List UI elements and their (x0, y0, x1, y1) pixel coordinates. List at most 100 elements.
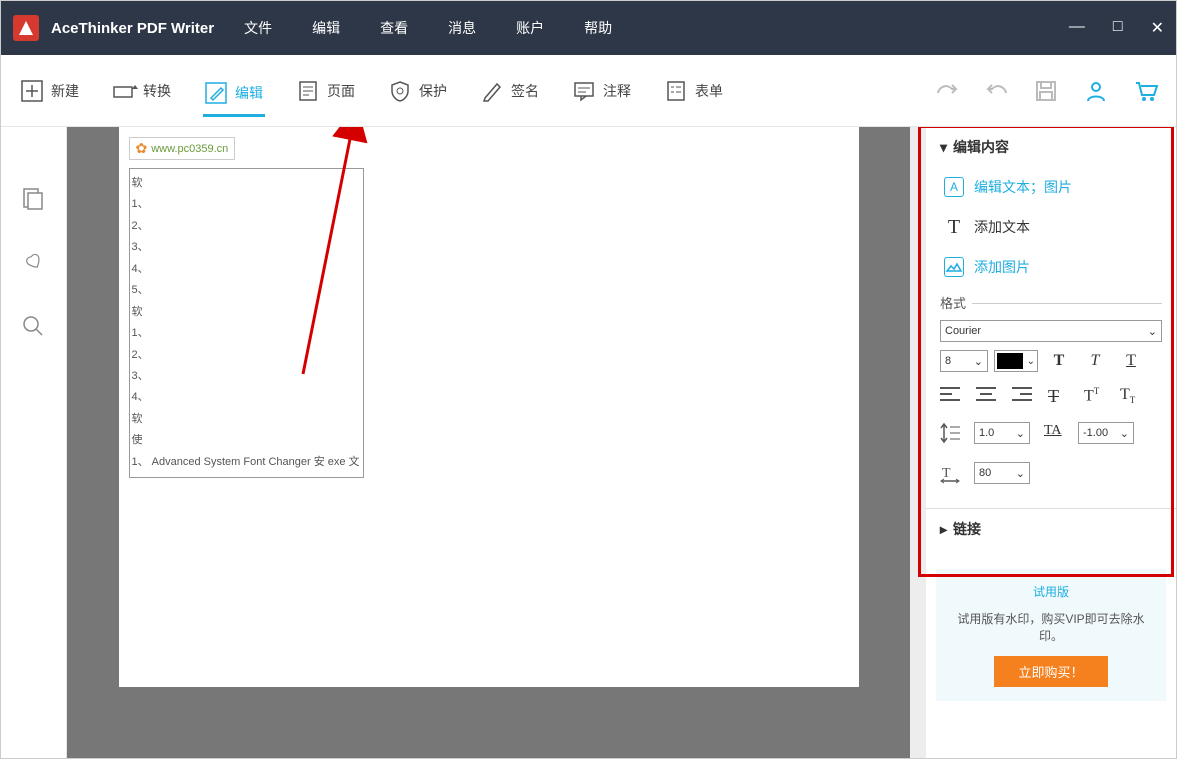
text-a-icon: A (944, 177, 964, 197)
close-icon[interactable]: ✕ (1151, 18, 1164, 38)
add-text-item[interactable]: T 添加文本 (940, 207, 1162, 247)
plus-icon (21, 80, 43, 102)
buy-button[interactable]: 立即购买！ (994, 656, 1107, 687)
tool-form-label: 表单 (695, 81, 723, 101)
form-icon (665, 80, 687, 102)
tool-sign[interactable]: 签名 (479, 76, 541, 106)
italic-button[interactable]: T (1084, 351, 1106, 371)
search-icon[interactable] (22, 315, 46, 339)
edit-text-image-item[interactable]: A 编辑文本；图片 (940, 167, 1162, 207)
cart-icon[interactable] (1134, 79, 1158, 103)
tool-convert[interactable]: 转换 (111, 76, 173, 106)
convert-icon (113, 80, 135, 102)
line-height-icon (940, 423, 960, 443)
document-canvas[interactable]: ✿ www.pc0359.cn 软 1、 2、 3、 4、 5、 软 1、 2、… (67, 127, 910, 758)
left-sidebar (1, 127, 67, 758)
add-image-item[interactable]: 添加图片 (940, 247, 1162, 287)
menu-view[interactable]: 查看 (380, 18, 408, 38)
chevron-down-icon: ⌄ (1027, 356, 1035, 367)
doc-line: 4、 (132, 387, 361, 408)
horiz-scale-icon: T (940, 463, 960, 483)
tool-edit[interactable]: 编辑 (203, 78, 265, 117)
size-value: 8 (945, 355, 951, 367)
tool-protect[interactable]: 保护 (387, 76, 449, 106)
side-panel: ▾ 编辑内容 A 编辑文本；图片 T 添加文本 添加图片 格式 Courie (926, 127, 1176, 758)
svg-text:T: T (942, 466, 951, 481)
menu-message[interactable]: 消息 (448, 18, 476, 38)
section-links[interactable]: ▸ 链接 (940, 519, 1162, 539)
menu-file[interactable]: 文件 (244, 18, 272, 38)
line-height-value: 1.0 (979, 427, 994, 439)
menu-edit[interactable]: 编辑 (312, 18, 340, 38)
char-spacing-select[interactable]: -1.00 ⌄ (1078, 422, 1134, 444)
tool-new[interactable]: 新建 (19, 76, 81, 106)
redo-icon[interactable] (934, 79, 958, 103)
doc-line: 1、 Advanced System Font Changer 安 exe 文 (132, 452, 361, 473)
section-edit-content[interactable]: ▾ 编辑内容 (940, 137, 1162, 157)
size-select[interactable]: 8 ⌄ (940, 350, 988, 372)
trial-title: 试用版 (950, 583, 1152, 600)
trial-panel: 试用版 试用版有水印，购买VIP即可去除水印。 立即购买！ (936, 569, 1166, 701)
format-label: 格式 (940, 293, 1162, 312)
add-text-label: 添加文本 (974, 217, 1030, 237)
underline-button[interactable]: T (1120, 351, 1142, 371)
pen-icon (481, 80, 503, 102)
strikethrough-button[interactable]: T (1048, 386, 1070, 404)
char-spacing-value: -1.00 (1083, 427, 1108, 439)
tool-annotate[interactable]: 注释 (571, 76, 633, 106)
font-value: Courier (945, 325, 981, 337)
vertical-scrollbar[interactable] (910, 127, 926, 758)
align-center-button[interactable] (976, 386, 998, 404)
watermark-badge: ✿ www.pc0359.cn (129, 137, 236, 160)
bookmark-icon[interactable] (22, 251, 46, 275)
chevron-down-icon: ⌄ (1016, 427, 1025, 440)
tool-page-label: 页面 (327, 81, 355, 101)
text-t-icon: T (944, 217, 964, 237)
tool-new-label: 新建 (51, 81, 79, 101)
app-title: AceThinker PDF Writer (51, 20, 214, 37)
menu-account[interactable]: 账户 (516, 18, 544, 38)
tool-form[interactable]: 表单 (663, 76, 725, 106)
doc-line: 使 (132, 430, 361, 451)
thumbnails-icon[interactable] (22, 187, 46, 211)
chevron-down-icon: ⌄ (1120, 427, 1129, 440)
tool-edit-label: 编辑 (235, 83, 263, 103)
app-logo-icon (13, 15, 39, 41)
doc-line: 5、 (132, 280, 361, 301)
doc-line: 3、 (132, 366, 361, 387)
doc-line: 1、 (132, 323, 361, 344)
color-picker[interactable]: ⌄ (994, 350, 1038, 372)
doc-line: 4、 (132, 259, 361, 280)
doc-line: 2、 (132, 345, 361, 366)
minimize-icon[interactable]: — (1069, 18, 1085, 38)
font-select[interactable]: Courier ⌄ (940, 320, 1162, 342)
save-icon[interactable] (1034, 79, 1058, 103)
trial-message: 试用版有水印，购买VIP即可去除水印。 (950, 610, 1152, 644)
chevron-down-icon: ▾ (940, 139, 947, 156)
bold-button[interactable]: T (1048, 351, 1070, 371)
pdf-page: ✿ www.pc0359.cn 软 1、 2、 3、 4、 5、 软 1、 2、… (119, 127, 859, 687)
undo-icon[interactable] (984, 79, 1008, 103)
horiz-scale-select[interactable]: 80 ⌄ (974, 462, 1030, 484)
chevron-down-icon: ⌄ (974, 355, 983, 368)
align-left-button[interactable] (940, 386, 962, 404)
toolbar: 新建 转换 编辑 页面 保护 签名 注释 表单 (1, 55, 1176, 127)
watermark-url: www.pc0359.cn (151, 143, 228, 155)
superscript-button[interactable]: TT (1084, 386, 1106, 404)
page-icon (297, 80, 319, 102)
subscript-button[interactable]: TT (1120, 386, 1142, 404)
comment-icon (573, 80, 595, 102)
line-height-select[interactable]: 1.0 ⌄ (974, 422, 1030, 444)
char-spacing-icon: TA (1044, 423, 1064, 443)
edit-text-image-label: 编辑文本；图片 (974, 177, 1072, 197)
text-frame[interactable]: 软 1、 2、 3、 4、 5、 软 1、 2、 3、 4、 软 使 1、 Ad… (129, 168, 364, 478)
doc-line: 3、 (132, 237, 361, 258)
tool-page[interactable]: 页面 (295, 76, 357, 106)
chevron-down-icon: ⌄ (1148, 325, 1157, 338)
menu-help[interactable]: 帮助 (584, 18, 612, 38)
maximize-icon[interactable]: □ (1113, 18, 1123, 38)
user-icon[interactable] (1084, 79, 1108, 103)
watermark-icon: ✿ (136, 140, 148, 157)
align-right-button[interactable] (1012, 386, 1034, 404)
color-value (997, 353, 1023, 369)
